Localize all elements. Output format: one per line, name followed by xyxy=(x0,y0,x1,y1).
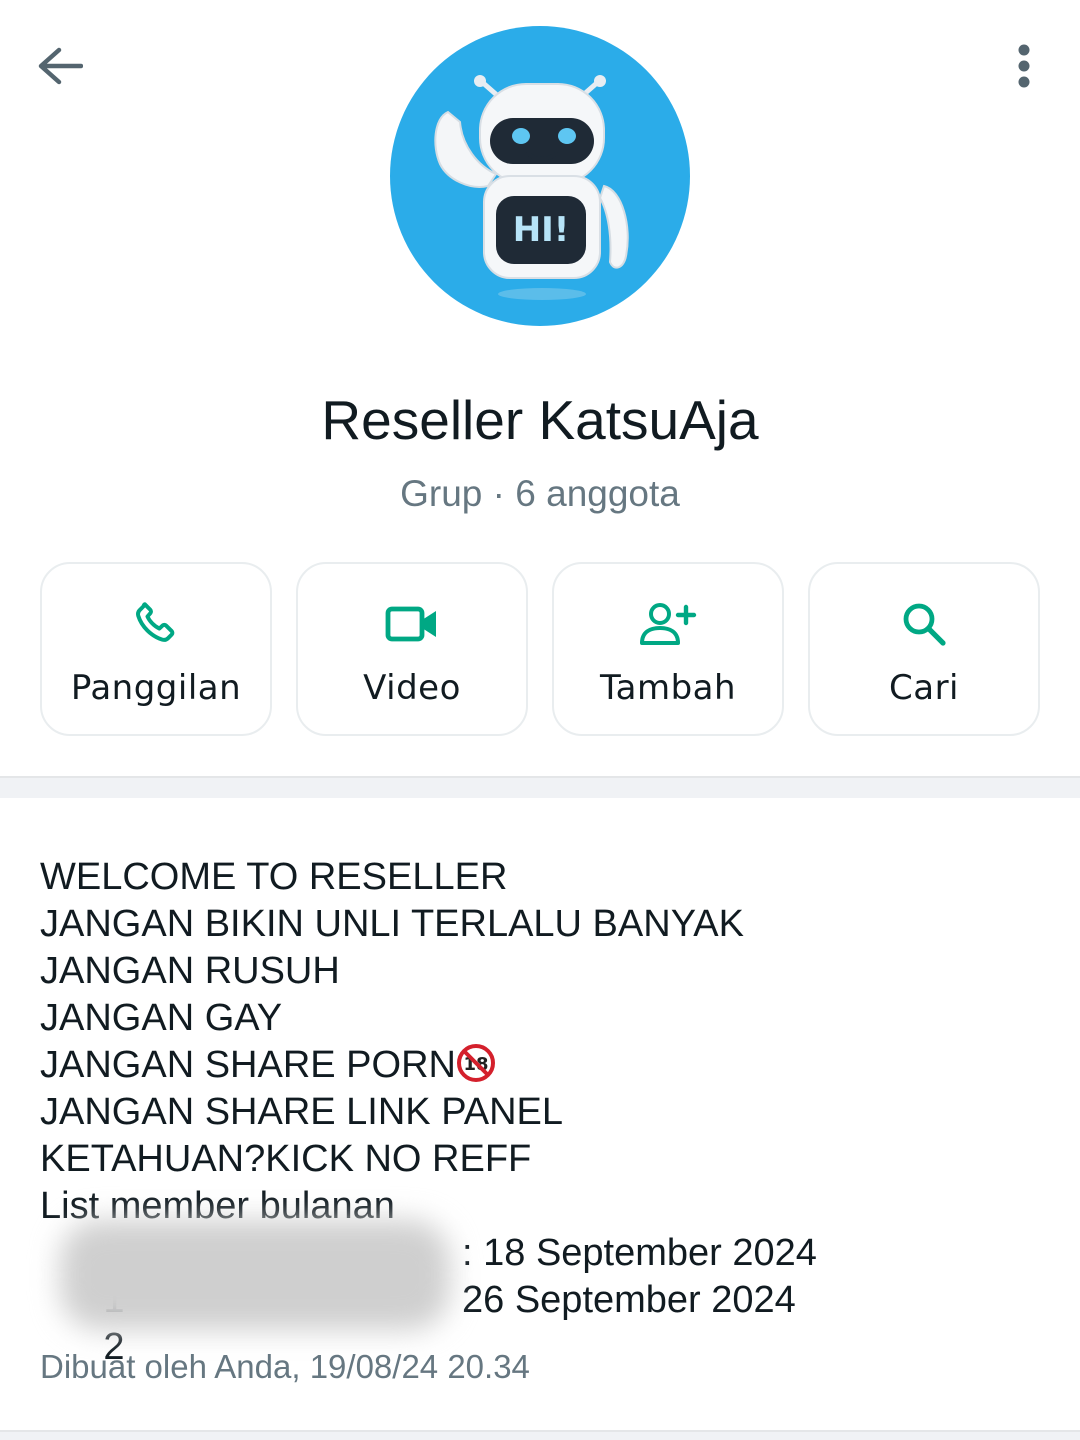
section-divider-bottom xyxy=(0,1430,1080,1440)
arrow-left-icon xyxy=(38,47,83,85)
search-label: Cari xyxy=(889,668,959,708)
search-icon xyxy=(903,603,946,646)
back-button[interactable] xyxy=(20,26,100,106)
video-label: Video xyxy=(363,668,461,708)
description-line: JANGAN GAY xyxy=(40,997,283,1039)
group-name[interactable]: Reseller KatsuAja xyxy=(0,388,1080,452)
description-line: JANGAN BIKIN UNLI TERLALU BANYAK xyxy=(40,903,744,945)
description-line: JANGAN SHARE LINK PANEL xyxy=(40,1091,564,1133)
call-label: Panggilan xyxy=(70,668,242,708)
add-label: Tambah xyxy=(599,668,737,708)
phone-icon xyxy=(136,602,175,642)
group-info-screen: HI! Reseller KatsuAja Grup · 6 anggota P… xyxy=(0,0,1080,1440)
nsfw-18-emoji: 18 xyxy=(456,1043,496,1083)
description-line: KETAHUAN?KICK NO REFF xyxy=(40,1138,532,1180)
svg-text:HI!: HI! xyxy=(513,210,570,250)
group-avatar[interactable]: HI! xyxy=(390,26,690,326)
group-subtitle: Grup · 6 anggota xyxy=(400,473,680,514)
video-call-button[interactable]: Video xyxy=(296,562,528,736)
description-line: JANGAN RUSUH xyxy=(40,950,340,992)
action-buttons: Panggilan Video Tambah Cari xyxy=(40,562,1040,738)
call-button[interactable]: Panggilan xyxy=(40,562,272,736)
description-text: JANGAN SHARE PORN xyxy=(40,1044,456,1086)
video-icon xyxy=(385,606,436,642)
more-options-button[interactable] xyxy=(984,26,1064,106)
created-info: Dibuat oleh Anda, 19/08/24 20.34 xyxy=(40,1348,530,1385)
member-date: 26 September 2024 xyxy=(462,1279,796,1321)
robot-avatar-image: HI! xyxy=(434,75,629,300)
search-button[interactable]: Cari xyxy=(808,562,1040,736)
member-date: : 18 September 2024 xyxy=(462,1232,817,1274)
redacted-member-names xyxy=(60,1220,450,1330)
description-line: WELCOME TO RESELLER xyxy=(40,856,508,898)
section-divider xyxy=(0,776,1080,798)
add-person-icon xyxy=(640,603,697,645)
more-vertical-icon xyxy=(1018,44,1030,88)
description-line-nsfw: JANGAN SHARE PORN18 xyxy=(40,1042,1040,1089)
add-member-button[interactable]: Tambah xyxy=(552,562,784,736)
